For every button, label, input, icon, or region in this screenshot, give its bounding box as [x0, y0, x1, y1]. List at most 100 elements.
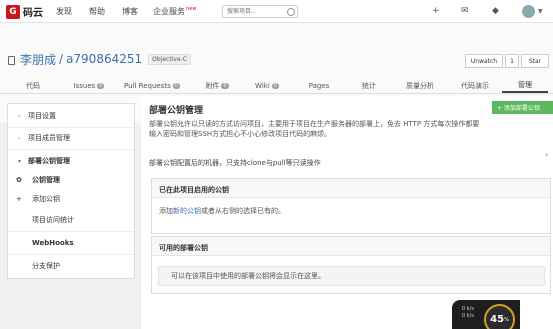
panel-text: 或者从右侧的选择已有的。: [201, 207, 285, 215]
sidebar-item-label: 分支保护: [32, 262, 60, 270]
repo-tabs: 代码 Issues 0 Pull Requests 0 附件 0 Wiki 0 Page…: [0, 79, 553, 93]
tab-quality-analysis[interactable]: 质量分析: [392, 79, 448, 93]
plus-icon: +: [16, 195, 22, 203]
nav-link-enterprise[interactable]: 企业服务new: [153, 6, 196, 17]
available-keys-panel: 可用的部署公钥 可以在该项目中使用的部署公钥将会显示在这里。: [151, 236, 551, 294]
speed-readout: 0 k/s 0 k/s: [462, 306, 474, 320]
tab-label: 质量分析: [406, 82, 434, 90]
sidebar-item-label: 项目成员管理: [28, 134, 70, 142]
sidebar-item-add-key[interactable]: + 添加公钥: [8, 189, 134, 209]
new-badge: new: [186, 6, 197, 12]
repo-path-separator: /: [59, 52, 64, 66]
tab-label: Pull Requests: [124, 82, 171, 90]
gauge-percent: 45: [490, 314, 505, 325]
nav-link-blog[interactable]: 博客: [122, 6, 138, 17]
repo-owner-link[interactable]: 李朋成: [20, 51, 56, 68]
sidebar-item-label: 项目设置: [28, 112, 56, 120]
top-navbar: G 码云 发现 帮助 博客 企业服务new + ✉ ◆ ▼: [0, 0, 553, 23]
sidebar-item-label: 公钥管理: [32, 176, 60, 184]
tabs-divider: [0, 93, 553, 94]
sidebar-item-label: 添加公钥: [32, 195, 60, 203]
search-icon[interactable]: [287, 8, 295, 16]
watch-count[interactable]: 1: [505, 54, 519, 68]
tab-label: Pages: [308, 82, 330, 90]
logo-icon: G: [6, 4, 20, 19]
tab-label: 代码演示: [461, 82, 489, 90]
gauge-unit: %: [504, 316, 509, 323]
add-deploy-key-button[interactable]: + 添加部署公钥: [492, 101, 553, 114]
lock-icon: [8, 55, 15, 65]
tab-label: 统计: [362, 82, 376, 90]
tab-issues[interactable]: Issues 0: [66, 79, 112, 93]
nav-link-enterprise-label: 企业服务: [153, 7, 185, 16]
tab-pages[interactable]: Pages: [292, 79, 346, 93]
description-line: 输入密码和管理SSH方式担心不小心修改项目代码的麻烦。: [149, 130, 332, 138]
sidebar-item-members[interactable]: › 项目成员管理: [8, 128, 134, 148]
site-logo[interactable]: G 码云: [6, 4, 43, 19]
avatar[interactable]: [522, 5, 535, 18]
tab-attachments[interactable]: 附件 0: [192, 79, 242, 93]
tab-count: 0: [271, 83, 279, 89]
search-box: [222, 5, 298, 18]
tab-count: 0: [172, 83, 180, 89]
panel-body: 添加新的公钥或者从右侧的选择已有的。: [152, 198, 550, 216]
tab-label: Issues: [73, 82, 96, 90]
sidebar-item-branch-protection[interactable]: 分支保护: [8, 256, 134, 276]
tab-count: 0: [221, 83, 229, 89]
sidebar-item-label: WebHooks: [32, 239, 74, 247]
tab-code-demo[interactable]: 代码演示: [448, 79, 502, 93]
scroll-right-icon[interactable]: ›: [545, 150, 553, 170]
tab-settings[interactable]: 管理: [502, 79, 548, 93]
chevron-right-icon: ›: [18, 134, 21, 142]
tab-label: Wiki: [255, 82, 270, 90]
unwatch-button[interactable]: Unwatch: [465, 54, 503, 68]
tab-code[interactable]: 代码: [0, 79, 66, 93]
page-title: 部署公钥管理: [149, 106, 204, 116]
gear-icon: ✿: [16, 176, 22, 184]
tab-label: 代码: [26, 82, 40, 90]
sidebar-item-webhooks[interactable]: WebHooks: [8, 233, 134, 253]
chevron-down-icon: ▾: [18, 157, 22, 165]
chevron-right-icon: ›: [18, 112, 21, 120]
repo-title: 李朋成 / a790864251 Objective-C: [8, 51, 191, 67]
enabled-keys-panel: 已在此项目启用的公钥 添加新的公钥或者从右侧的选择已有的。: [151, 178, 551, 234]
sidebar-item-label: 项目访问统计: [32, 216, 74, 224]
mail-icon[interactable]: ✉: [461, 6, 469, 16]
sidebar-item-access-stats[interactable]: 项目访问统计: [8, 210, 134, 230]
main-content: 部署公钥管理 + 添加部署公钥 部署公钥允许以只读的方式访问项目，主要用于项目在…: [141, 97, 553, 329]
search-input[interactable]: [223, 6, 285, 17]
tab-pull-requests[interactable]: Pull Requests 0: [112, 79, 192, 93]
logo-text: 码云: [23, 8, 43, 19]
description-line: 部署公钥允许以只读的方式访问项目，主要用于项目在生产服务器的部署上，免去 HTT…: [149, 120, 480, 128]
upload-speed: 0 k/s: [462, 306, 474, 312]
sidebar-item-key-management[interactable]: ✿ 公钥管理: [8, 170, 134, 190]
panel-title: 可用的部署公钥: [152, 237, 550, 256]
divider: [8, 254, 134, 255]
download-speed: 0 k/s: [462, 313, 474, 319]
available-keys-empty-state: 可以在该项目中使用的部署公钥将会显示在这里。: [158, 266, 545, 286]
nav-link-help[interactable]: 帮助: [89, 6, 105, 17]
sidebar-item-deploy-keys[interactable]: ▾ 部署公钥管理: [8, 151, 134, 171]
tab-label: 管理: [518, 81, 532, 89]
chevron-down-icon[interactable]: ▼: [538, 8, 543, 15]
star-button[interactable]: Star: [521, 54, 549, 68]
tab-count: 0: [97, 83, 105, 89]
divider: [8, 231, 134, 232]
readonly-note: 部署公钥配置后的机器，只支持clone与pull等只读操作: [149, 159, 321, 167]
new-key-link[interactable]: 新的公钥: [173, 207, 201, 215]
sidebar-item-label: 部署公钥管理: [28, 157, 70, 165]
bell-icon[interactable]: ◆: [492, 6, 499, 16]
nav-link-discover[interactable]: 发现: [56, 6, 72, 17]
tab-statistics[interactable]: 统计: [346, 79, 392, 93]
settings-sidebar: › 项目设置 › 项目成员管理 ▾ 部署公钥管理 ✿ 公钥管理 + 添加公钥 项…: [7, 103, 135, 279]
divider: [8, 149, 134, 150]
panel-text: 添加: [159, 207, 173, 215]
page-description: 部署公钥允许以只读的方式访问项目，主要用于项目在生产服务器的部署上，免去 HTT…: [149, 119, 549, 139]
usage-gauge[interactable]: 45%: [484, 304, 515, 329]
panel-title: 已在此项目启用的公钥: [152, 179, 550, 198]
tab-label: 附件: [205, 82, 220, 90]
plus-icon[interactable]: +: [432, 6, 440, 16]
tab-wiki[interactable]: Wiki 0: [242, 79, 292, 93]
repo-name-link[interactable]: a790864251: [66, 52, 142, 66]
sidebar-item-project-settings[interactable]: › 项目设置: [8, 106, 134, 126]
